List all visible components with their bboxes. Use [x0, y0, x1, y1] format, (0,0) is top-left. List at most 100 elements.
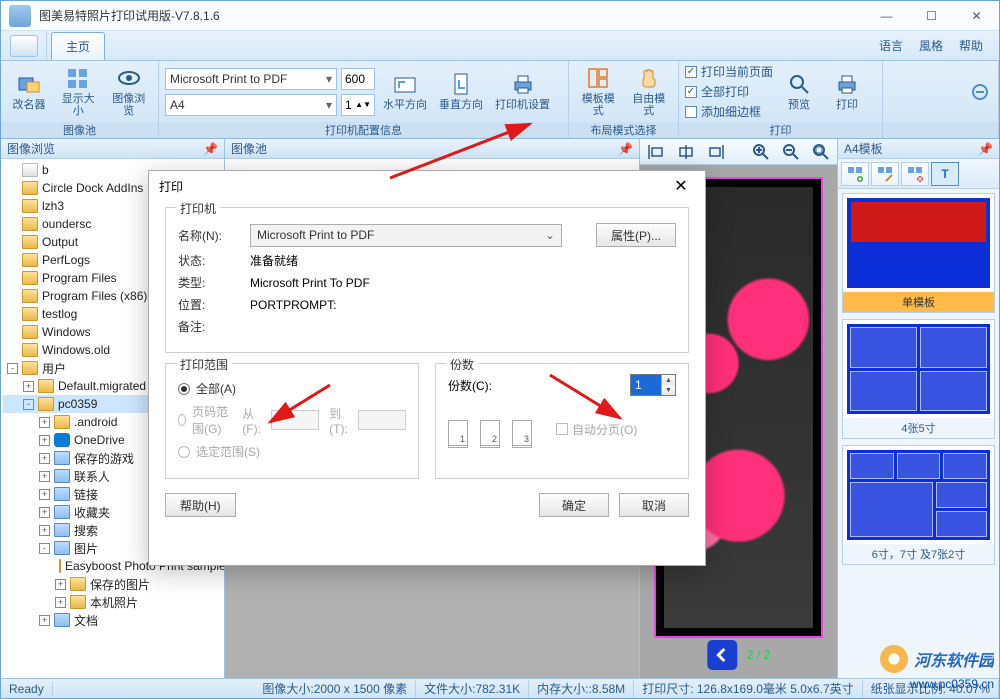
pin-icon[interactable]: 📌 [203, 142, 218, 156]
chk-border[interactable]: 添加细边框 [685, 103, 773, 120]
close-button[interactable]: ✕ [954, 2, 999, 30]
dlg-properties-button[interactable]: 属性(P)... [596, 223, 676, 247]
paper-combo[interactable]: A4▾ [165, 94, 337, 116]
dpi-input[interactable]: 600 [341, 68, 375, 90]
printer-combo[interactable]: Microsoft Print to PDF▾ [165, 68, 337, 90]
menubar: 主页 语言 風格 帮助 [1, 31, 999, 61]
folder-icon [22, 199, 38, 213]
chk-current-page[interactable]: ✓打印当前页面 [685, 63, 773, 80]
dlg-ok-button[interactable]: 确定 [539, 493, 609, 517]
fieldset-printer: 打印机 [176, 200, 220, 217]
watermark-icon [880, 645, 908, 673]
quick-access[interactable] [1, 31, 47, 60]
expander-icon[interactable]: + [39, 525, 50, 536]
tpl-add-button[interactable] [841, 162, 869, 186]
pool-pane-title: 图像池 [231, 140, 267, 157]
expander-icon[interactable]: + [55, 579, 66, 590]
expander-icon[interactable]: + [39, 471, 50, 482]
folder-icon [54, 433, 70, 447]
folder-icon [22, 325, 38, 339]
align-left-button[interactable] [644, 141, 668, 163]
dlg-printer-combo[interactable]: Microsoft Print to PDF⌄ [250, 224, 562, 247]
tree-item[interactable]: +保存的图片 [3, 575, 222, 593]
expander-icon[interactable]: + [55, 597, 66, 608]
folder-icon [70, 577, 86, 591]
align-center-button[interactable] [674, 141, 698, 163]
tpl-del-button[interactable] [901, 162, 929, 186]
printer-icon [509, 71, 537, 97]
align-right-button[interactable] [704, 141, 728, 163]
minimize-button[interactable]: — [864, 2, 909, 30]
preview-button[interactable]: 预览 [777, 64, 821, 120]
tpl-card-4x5[interactable]: 4张5寸 [842, 319, 995, 439]
tpl-card-mixed[interactable]: 6寸，7寸 及7张2寸 [842, 445, 995, 565]
pin-icon[interactable]: 📌 [978, 142, 993, 156]
radio-all[interactable]: 全部(A) [178, 380, 406, 397]
checkbox-icon: ✓ [685, 66, 697, 78]
expander-icon[interactable]: + [39, 507, 50, 518]
expander-icon[interactable]: - [23, 399, 34, 410]
maximize-button[interactable]: ☐ [909, 2, 954, 30]
radio-selection: 选定范围(S) [178, 443, 406, 460]
dlg-cancel-button[interactable]: 取消 [619, 493, 689, 517]
showsize-button[interactable]: 显示大小 [55, 64, 102, 120]
page-counter: 2 / 2 [747, 648, 770, 662]
status-ready: Ready [1, 682, 53, 696]
printer-setup-button[interactable]: 打印机设置 [491, 64, 554, 120]
group-printer-label: 打印机配置信息 [159, 122, 568, 138]
dlg-help-button[interactable]: 帮助(H) [165, 493, 236, 517]
expander-icon[interactable]: - [39, 543, 50, 554]
spin-down-icon[interactable]: ▼ [661, 385, 675, 395]
ribbon-copies-input[interactable]: 1▲▼ [341, 94, 375, 116]
dialog-close-button[interactable]: ✕ [667, 175, 695, 197]
watermark: 河东软件园 [880, 645, 994, 673]
menu-help[interactable]: 帮助 [959, 37, 983, 54]
folder-icon [54, 505, 70, 519]
tpl-edit-button[interactable] [871, 162, 899, 186]
collate-sheet: 2 [480, 420, 500, 446]
tpl-text-button[interactable]: T [931, 162, 959, 186]
dialog-title: 打印 [159, 178, 183, 195]
dlg-location: PORTPROMPT: [250, 298, 336, 312]
expander-icon[interactable]: + [39, 435, 50, 446]
menu-language[interactable]: 语言 [879, 37, 903, 54]
status-filesize: 文件大小:782.31K [416, 680, 529, 697]
prev-page-button[interactable] [707, 640, 737, 670]
tpl-card-single[interactable]: 单模板 [842, 193, 995, 313]
expander-icon[interactable]: + [39, 489, 50, 500]
folder-icon [54, 613, 70, 627]
browse-button[interactable]: 图像浏览 [106, 64, 153, 120]
radio-icon [178, 414, 186, 426]
spin-up-icon[interactable]: ▲ [661, 375, 675, 385]
renamer-button[interactable]: 改名器 [7, 64, 51, 120]
orient-vertical-button[interactable]: 垂直方向 [435, 64, 487, 120]
orient-horizontal-button[interactable]: 水平方向 [379, 64, 431, 120]
folder-icon [22, 181, 38, 195]
collate-preview: 112233 [448, 420, 542, 448]
menu-style[interactable]: 風格 [919, 37, 943, 54]
pin-icon[interactable]: 📌 [618, 142, 633, 156]
template-mode-button[interactable]: 模板模式 [575, 64, 622, 120]
tree-item[interactable]: +本机照片 [3, 593, 222, 611]
free-mode-button[interactable]: 自由模式 [626, 64, 673, 120]
tree-item[interactable]: +文档 [3, 611, 222, 629]
zoom-out-button[interactable] [779, 141, 803, 163]
tab-home[interactable]: 主页 [51, 32, 105, 60]
folder-icon [22, 235, 38, 249]
collapse-ribbon-icon[interactable] [972, 84, 988, 100]
expander-icon[interactable]: + [39, 453, 50, 464]
fieldset-copies: 份数 [446, 356, 478, 373]
zoom-fit-button[interactable] [809, 141, 833, 163]
zoom-in-button[interactable] [749, 141, 773, 163]
magnifier-icon [785, 71, 813, 97]
radio-icon [178, 446, 190, 458]
expander-icon[interactable]: + [23, 381, 34, 392]
watermark-url: www.pc0359.cn [910, 677, 994, 691]
print-button[interactable]: 打印 [825, 64, 869, 120]
expander-icon[interactable]: - [7, 363, 18, 374]
copies-input[interactable]: 1▲▼ [630, 374, 676, 396]
auto-collate-check: 自动分页(O) [556, 421, 637, 438]
expander-icon[interactable]: + [39, 417, 50, 428]
chk-all[interactable]: ✓全部打印 [685, 83, 773, 100]
expander-icon[interactable]: + [39, 615, 50, 626]
